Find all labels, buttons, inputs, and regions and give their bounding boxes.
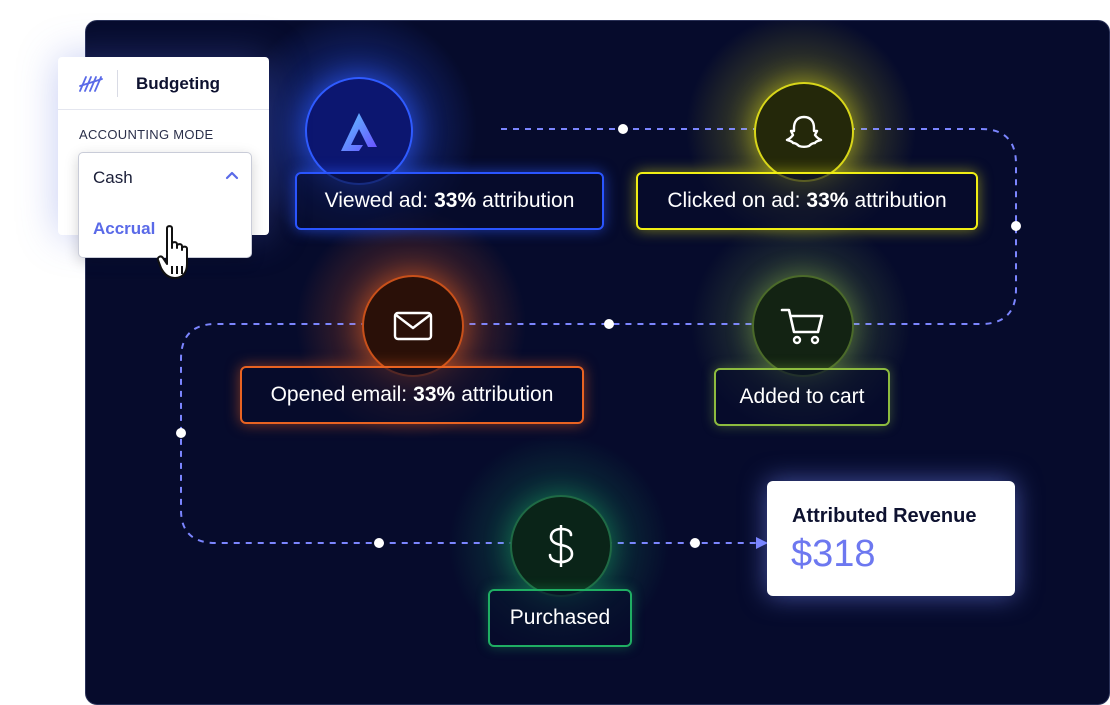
label-percent: 33% — [806, 189, 849, 212]
step-purchased-label: Purchased — [488, 589, 632, 647]
panel-title: Budgeting — [136, 74, 221, 93]
route-dot — [618, 124, 628, 134]
route-dot — [604, 319, 614, 329]
label-text: attribution — [854, 189, 947, 212]
step-added-to-cart-node — [752, 275, 854, 377]
revenue-title: Attributed Revenue — [792, 505, 977, 527]
route-dot — [690, 538, 700, 548]
label-percent: 33% — [434, 189, 477, 212]
label-text: Opened email: — [270, 383, 408, 406]
dollar-sign-icon — [548, 525, 574, 567]
shopping-cart-icon — [780, 308, 824, 345]
label-percent: 33% — [413, 383, 456, 406]
step-purchased-node — [510, 495, 612, 597]
step-viewed-ad-node — [305, 77, 413, 185]
label-text: attribution — [482, 189, 575, 212]
accounting-mode-label: ACCOUNTING MODE — [79, 127, 214, 142]
option-cash[interactable]: Cash — [93, 168, 133, 188]
label-text: attribution — [461, 383, 554, 406]
panel-header: Budgeting — [58, 57, 269, 110]
option-accrual[interactable]: Accrual — [93, 219, 155, 239]
hand-pointer-icon — [157, 225, 188, 279]
header-divider — [117, 70, 118, 97]
step-viewed-ad-label: Viewed ad: 33% attribution — [295, 172, 604, 230]
brand-logo-icon — [79, 76, 103, 92]
step-clicked-ad-node — [754, 82, 854, 182]
revenue-value: $318 — [791, 533, 876, 575]
chevron-up-icon[interactable] — [225, 170, 239, 180]
route-dot — [374, 538, 384, 548]
route-dot — [1011, 221, 1021, 231]
label-text: Clicked on ad: — [667, 189, 801, 212]
arcade-logo-icon — [341, 113, 377, 151]
snapchat-ghost-icon — [785, 115, 823, 148]
step-opened-email-label: Opened email: 33% attribution — [240, 366, 584, 424]
label-text: Viewed ad: — [324, 189, 429, 212]
step-opened-email-node — [362, 275, 464, 377]
attributed-revenue-card: Attributed Revenue $318 — [767, 481, 1015, 596]
step-added-to-cart-label: Added to cart — [714, 368, 890, 426]
step-clicked-ad-label: Clicked on ad: 33% attribution — [636, 172, 978, 230]
label-text: Purchased — [509, 606, 611, 629]
label-text: Added to cart — [739, 385, 865, 408]
envelope-icon — [393, 311, 433, 341]
route-dot — [176, 428, 186, 438]
